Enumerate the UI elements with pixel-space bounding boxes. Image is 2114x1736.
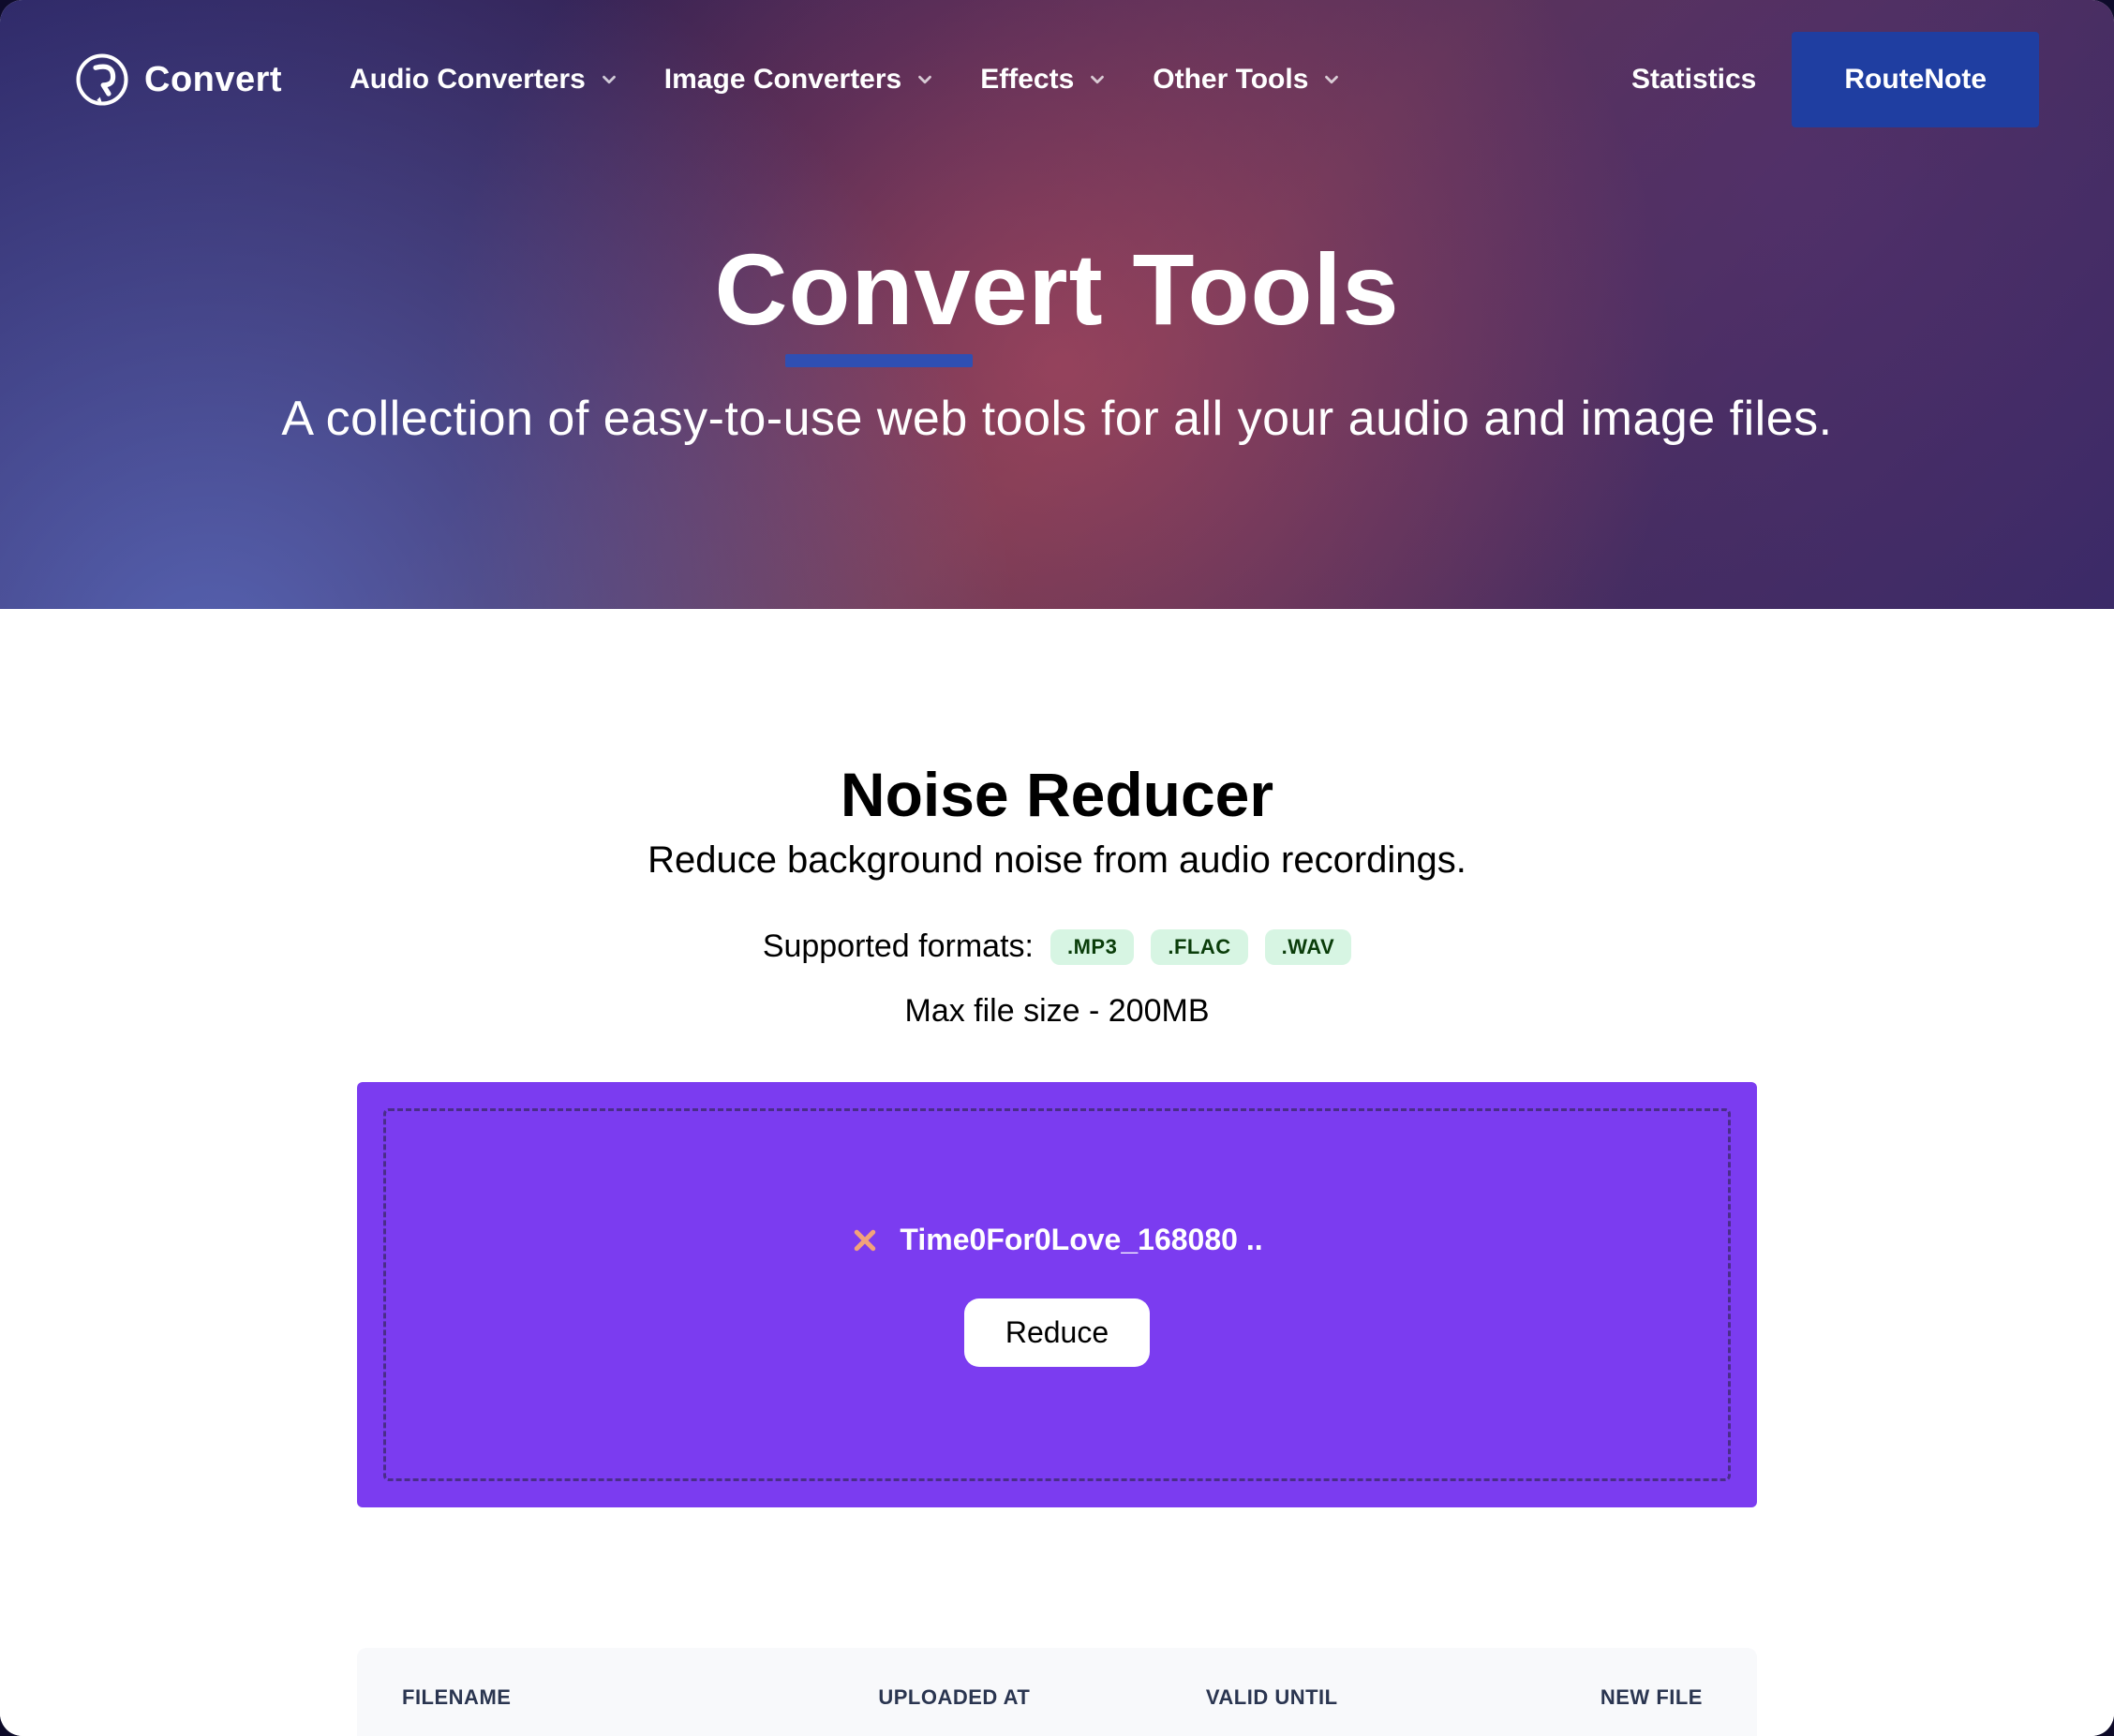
chevron-down-icon — [1321, 69, 1342, 90]
main: Noise Reducer Reduce background noise fr… — [0, 609, 2114, 1736]
nav-audio-converters[interactable]: Audio Converters — [350, 64, 619, 96]
th-uploaded: UPLOADED AT — [878, 1685, 1206, 1710]
hero-subtitle: A collection of easy-to-use web tools fo… — [0, 391, 2114, 447]
format-badge-flac: .FLAC — [1151, 929, 1247, 965]
chevron-down-icon — [1087, 69, 1108, 90]
hero-text: Convert Tools A collection of easy-to-us… — [0, 230, 2114, 447]
reduce-button[interactable]: Reduce — [964, 1298, 1150, 1367]
max-file-size: Max file size - 200MB — [905, 993, 1210, 1030]
format-badge-mp3: .MP3 — [1050, 929, 1134, 965]
uploaded-file-row: Time0For0Love_168080 .. — [851, 1223, 1262, 1257]
chevron-down-icon — [599, 69, 619, 90]
tool-title: Noise Reducer — [841, 759, 1273, 830]
app-shell: Convert Audio Converters Image Converter… — [0, 0, 2114, 1736]
th-valid: VALID UNTIL — [1206, 1685, 1504, 1710]
chevron-down-icon — [915, 69, 935, 90]
navbar: Convert Audio Converters Image Converter… — [0, 0, 2114, 127]
hero-title-underline — [785, 354, 973, 367]
nav-item-label: Image Converters — [664, 64, 901, 96]
th-newfile: NEW FILE — [1504, 1685, 1712, 1710]
uploaded-file-name: Time0For0Love_168080 .. — [900, 1223, 1262, 1257]
remove-file-icon[interactable] — [851, 1226, 879, 1254]
nav-item-label: Effects — [980, 64, 1074, 96]
format-badge-wav: .WAV — [1265, 929, 1352, 965]
upload-dropzone[interactable]: Time0For0Love_168080 .. Reduce — [383, 1108, 1731, 1481]
hero: Convert Audio Converters Image Converter… — [0, 0, 2114, 609]
nav-statistics[interactable]: Statistics — [1631, 64, 1756, 96]
nav-item-label: Audio Converters — [350, 64, 586, 96]
nav-links: Audio Converters Image Converters Effect… — [350, 64, 1342, 96]
supported-formats: Supported formats: .MP3 .FLAC .WAV — [763, 928, 1351, 965]
brand-logo-icon — [75, 52, 129, 107]
hero-title: Convert Tools — [0, 230, 2114, 348]
nav-right: Statistics RouteNote — [1631, 32, 2039, 127]
routenote-button[interactable]: RouteNote — [1792, 32, 2039, 127]
nav-effects[interactable]: Effects — [980, 64, 1108, 96]
brand-name: Convert — [144, 60, 282, 100]
formats-label: Supported formats: — [763, 928, 1034, 965]
tool-subtitle: Reduce background noise from audio recor… — [648, 839, 1466, 882]
nav-other-tools[interactable]: Other Tools — [1153, 64, 1342, 96]
nav-item-label: Other Tools — [1153, 64, 1308, 96]
th-filename: FILENAME — [402, 1685, 878, 1710]
brand[interactable]: Convert — [75, 52, 282, 107]
nav-image-converters[interactable]: Image Converters — [664, 64, 935, 96]
results-table-header: FILENAME UPLOADED AT VALID UNTIL NEW FIL… — [357, 1648, 1757, 1736]
upload-panel: Time0For0Love_168080 .. Reduce — [357, 1082, 1757, 1507]
